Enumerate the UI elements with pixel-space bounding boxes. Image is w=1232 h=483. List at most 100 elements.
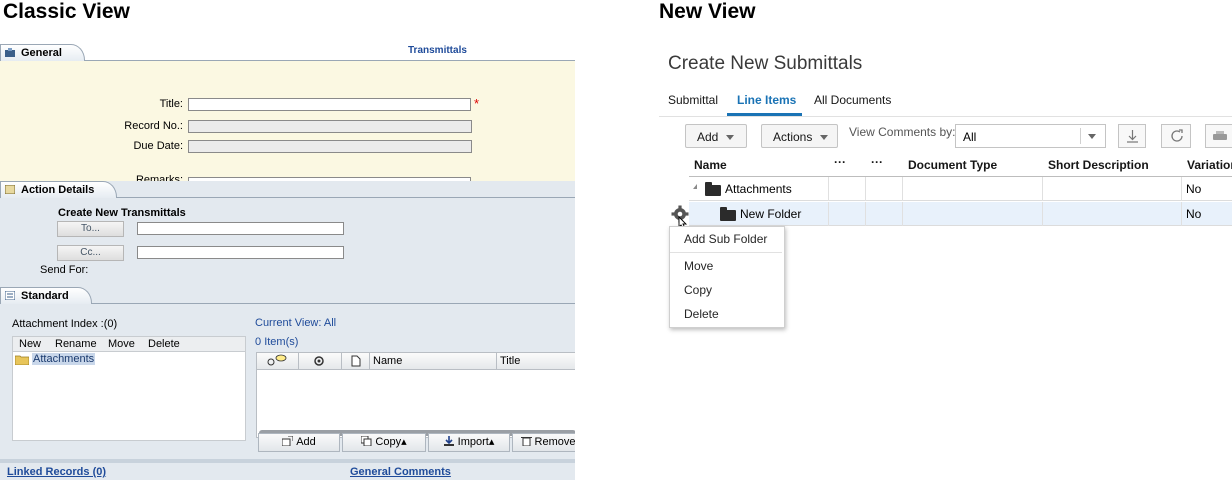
record-no-field <box>188 120 472 133</box>
cc-input[interactable] <box>137 246 344 259</box>
current-view-label: Current View: <box>255 317 322 329</box>
due-date-field[interactable] <box>188 140 472 153</box>
trash-icon <box>520 437 532 446</box>
menu-divider <box>670 252 782 253</box>
view-comments-value: All <box>963 130 977 144</box>
attachment-view-icon <box>267 354 287 366</box>
table-row[interactable]: New Folder No <box>689 202 1232 226</box>
actions-dropdown-label: Actions <box>773 130 813 144</box>
action-details-tab[interactable]: Action Details <box>0 181 118 198</box>
standard-icon <box>5 291 15 300</box>
chevron-down-icon <box>820 135 829 140</box>
menu-copy[interactable]: Copy <box>684 283 712 297</box>
add-button[interactable]: Add <box>258 433 340 452</box>
print-button[interactable] <box>1205 124 1232 148</box>
table-row[interactable]: Attachments No <box>689 177 1232 201</box>
add-attachment-icon <box>282 436 294 446</box>
settings-column-icon <box>314 356 324 366</box>
tree-toolbar: New Rename Move Delete <box>12 336 246 352</box>
remove-button[interactable]: Remove <box>512 433 575 452</box>
folder-icon <box>705 182 721 196</box>
page-title: Create New Submittals <box>668 53 863 74</box>
menu-add-sub-folder[interactable]: Add Sub Folder <box>684 232 767 246</box>
title-input[interactable] <box>188 98 471 111</box>
tab-all-documents[interactable]: All Documents <box>814 93 891 107</box>
add-dropdown-button[interactable]: Add <box>685 124 747 148</box>
expand-caret-icon[interactable] <box>693 184 697 189</box>
import-button-label: Import▴ <box>457 436 495 448</box>
tree-node-attachments[interactable]: Attachments <box>32 353 96 365</box>
title-label: Title: <box>159 98 183 110</box>
tab-line-items[interactable]: Line Items <box>737 93 796 107</box>
cc-button[interactable]: Cc... <box>57 245 124 261</box>
classic-footer: Linked Records (0) General Comments <box>0 459 575 480</box>
general-tab-label: General <box>21 47 62 59</box>
current-view-value[interactable]: All <box>324 317 336 329</box>
grid-col-name[interactable]: Name <box>373 355 402 367</box>
download-button[interactable] <box>1118 124 1146 148</box>
due-date-label: Due Date: <box>133 140 183 152</box>
required-marker: * <box>474 96 480 111</box>
refresh-button[interactable] <box>1161 124 1191 148</box>
col-document-type[interactable]: Document Type <box>908 158 997 172</box>
row-variation: No <box>1186 182 1202 196</box>
new-view-heading: New View <box>659 0 756 23</box>
view-comments-label: View Comments by: <box>849 125 956 139</box>
to-input[interactable] <box>137 222 344 235</box>
attachment-tree: Attachments <box>12 351 246 441</box>
row-name: New Folder <box>740 207 802 221</box>
row-name: Attachments <box>725 182 792 196</box>
copy-button[interactable]: Copy▴ <box>342 433 426 452</box>
current-view: Current View: All <box>255 317 336 329</box>
download-icon <box>1127 130 1138 143</box>
document-column-icon <box>351 355 361 367</box>
tree-rename-button[interactable]: Rename <box>55 338 97 350</box>
item-count-value: 0 <box>255 336 262 348</box>
view-comments-select[interactable]: All <box>955 124 1106 148</box>
create-new-transmittals: Create New Transmittals <box>58 207 186 219</box>
folder-icon <box>15 355 29 365</box>
print-icon <box>1213 131 1227 140</box>
chevron-down-icon <box>1088 134 1096 139</box>
general-tab[interactable]: General <box>0 44 85 61</box>
item-count: 0 Item(s) <box>255 336 298 348</box>
tab-submittal[interactable]: Submittal <box>668 93 718 107</box>
copy-button-label: Copy▴ <box>375 436 407 448</box>
action-details-label: Action Details <box>21 184 95 196</box>
general-tab-strip: General Transmittals <box>0 44 575 61</box>
chevron-down-icon <box>726 135 735 140</box>
menu-move[interactable]: Move <box>684 259 713 273</box>
action-tab-strip: Action Details <box>0 181 575 198</box>
col-name[interactable]: Name <box>694 158 727 172</box>
actions-dropdown-button[interactable]: Actions <box>761 124 838 148</box>
grid-header: Name Title <box>257 353 575 370</box>
tree-delete-button[interactable]: Delete <box>148 338 180 350</box>
to-button[interactable]: To... <box>57 221 124 237</box>
transmittals-title: Transmittals <box>408 45 467 56</box>
action-details-section: Action Details Create New Transmittals T… <box>0 181 575 287</box>
col-dots-2[interactable]: ··· <box>871 155 883 169</box>
standard-tab-strip: Standard <box>0 287 575 304</box>
attachment-index: Attachment Index :(0) <box>12 318 118 330</box>
tree-new-button[interactable]: New <box>19 338 41 350</box>
standard-tab[interactable]: Standard <box>0 287 92 304</box>
action-icon <box>5 185 15 194</box>
import-button[interactable]: Import▴ <box>428 433 510 452</box>
attachment-grid: Name Title <box>256 352 575 438</box>
item-count-label: Item(s) <box>264 336 299 348</box>
remove-button-label: Remove <box>534 436 575 448</box>
col-variation[interactable]: Variation <box>1187 158 1232 172</box>
col-short-description[interactable]: Short Description <box>1048 158 1149 172</box>
grid-col-title[interactable]: Title <box>500 355 520 367</box>
general-comments-link[interactable]: General Comments <box>350 466 451 478</box>
tree-move-button[interactable]: Move <box>108 338 135 350</box>
record-no-label: Record No.: <box>124 120 183 132</box>
send-for-label: Send For: <box>40 264 89 276</box>
add-button-label: Add <box>296 436 316 448</box>
col-dots-1[interactable]: ··· <box>834 155 846 169</box>
menu-delete[interactable]: Delete <box>684 307 719 321</box>
add-dropdown-label: Add <box>697 130 719 144</box>
classic-view-heading: Classic View <box>3 0 130 23</box>
linked-records-link[interactable]: Linked Records (0) <box>7 466 106 478</box>
tab-divider <box>659 116 1232 117</box>
